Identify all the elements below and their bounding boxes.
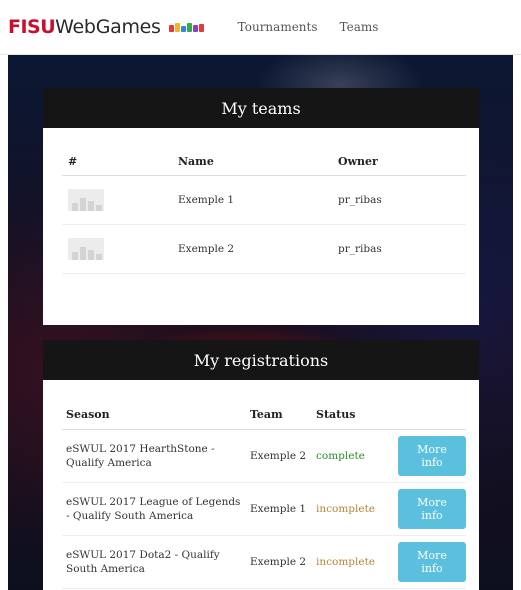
my-registrations-title: My registrations <box>43 340 479 380</box>
team-avatar-icon <box>68 189 104 211</box>
teams-table: # Name Owner Exemple 1 pr_ribas Exemple … <box>62 147 466 274</box>
column-header-number: # <box>62 147 172 176</box>
registration-team: Exemple 2 <box>246 535 312 589</box>
column-header-team: Team <box>246 399 312 430</box>
registration-row: eSWUL 2017 League of Legends - Qualify S… <box>62 482 466 536</box>
team-row[interactable]: Exemple 2 pr_ribas <box>62 224 466 274</box>
column-header-status: Status <box>312 399 394 430</box>
registration-status: complete <box>312 429 394 483</box>
more-info-button[interactable]: More info <box>398 436 466 476</box>
brand-webgames-text: WebGames <box>55 16 161 38</box>
my-teams-title: My teams <box>43 88 479 128</box>
brand-mark-icon <box>168 22 204 32</box>
column-header-owner: Owner <box>332 147 466 176</box>
column-header-action <box>394 399 466 430</box>
team-owner: pr_ribas <box>332 175 466 225</box>
brand-fisu-text: FISU <box>8 16 56 38</box>
teams-header-row: # Name Owner <box>62 147 466 176</box>
my-registrations-panel: My registrations Season Team Status eSWU… <box>43 340 479 590</box>
left-margin <box>0 55 8 590</box>
more-info-button[interactable]: More info <box>398 542 466 582</box>
registrations-header-row: Season Team Status <box>62 399 466 430</box>
team-avatar-icon <box>68 238 104 260</box>
more-info-button[interactable]: More info <box>398 489 466 529</box>
registration-status: incomplete <box>312 535 394 589</box>
registration-season: eSWUL 2017 HearthStone - Qualify America <box>62 429 246 483</box>
column-header-season: Season <box>62 399 246 430</box>
team-row[interactable]: Exemple 1 pr_ribas <box>62 175 466 225</box>
column-header-name: Name <box>172 147 332 176</box>
registration-season: eSWUL 2017 League of Legends - Qualify S… <box>62 482 246 536</box>
right-margin <box>513 55 521 590</box>
registrations-table: Season Team Status eSWUL 2017 HearthSton… <box>62 399 466 589</box>
team-name[interactable]: Exemple 1 <box>172 175 332 225</box>
page: FISU WebGames Tournaments Teams My teams <box>0 0 521 590</box>
navbar: FISU WebGames Tournaments Teams <box>0 0 521 55</box>
registration-status: incomplete <box>312 482 394 536</box>
nav-tournaments[interactable]: Tournaments <box>238 20 318 34</box>
brand-logo[interactable]: FISU WebGames <box>8 16 204 38</box>
team-name[interactable]: Exemple 2 <box>172 224 332 274</box>
registration-row: eSWUL 2017 HearthStone - Qualify America… <box>62 429 466 483</box>
registration-team: Exemple 1 <box>246 482 312 536</box>
my-teams-panel: My teams # Name Owner Exemple 1 pr_ribas… <box>43 88 479 325</box>
nav-teams[interactable]: Teams <box>340 20 379 34</box>
registration-row: eSWUL 2017 Dota2 - Qualify South America… <box>62 535 466 589</box>
team-owner: pr_ribas <box>332 224 466 274</box>
registration-season: eSWUL 2017 Dota2 - Qualify South America <box>62 535 246 589</box>
registration-team: Exemple 2 <box>246 429 312 483</box>
